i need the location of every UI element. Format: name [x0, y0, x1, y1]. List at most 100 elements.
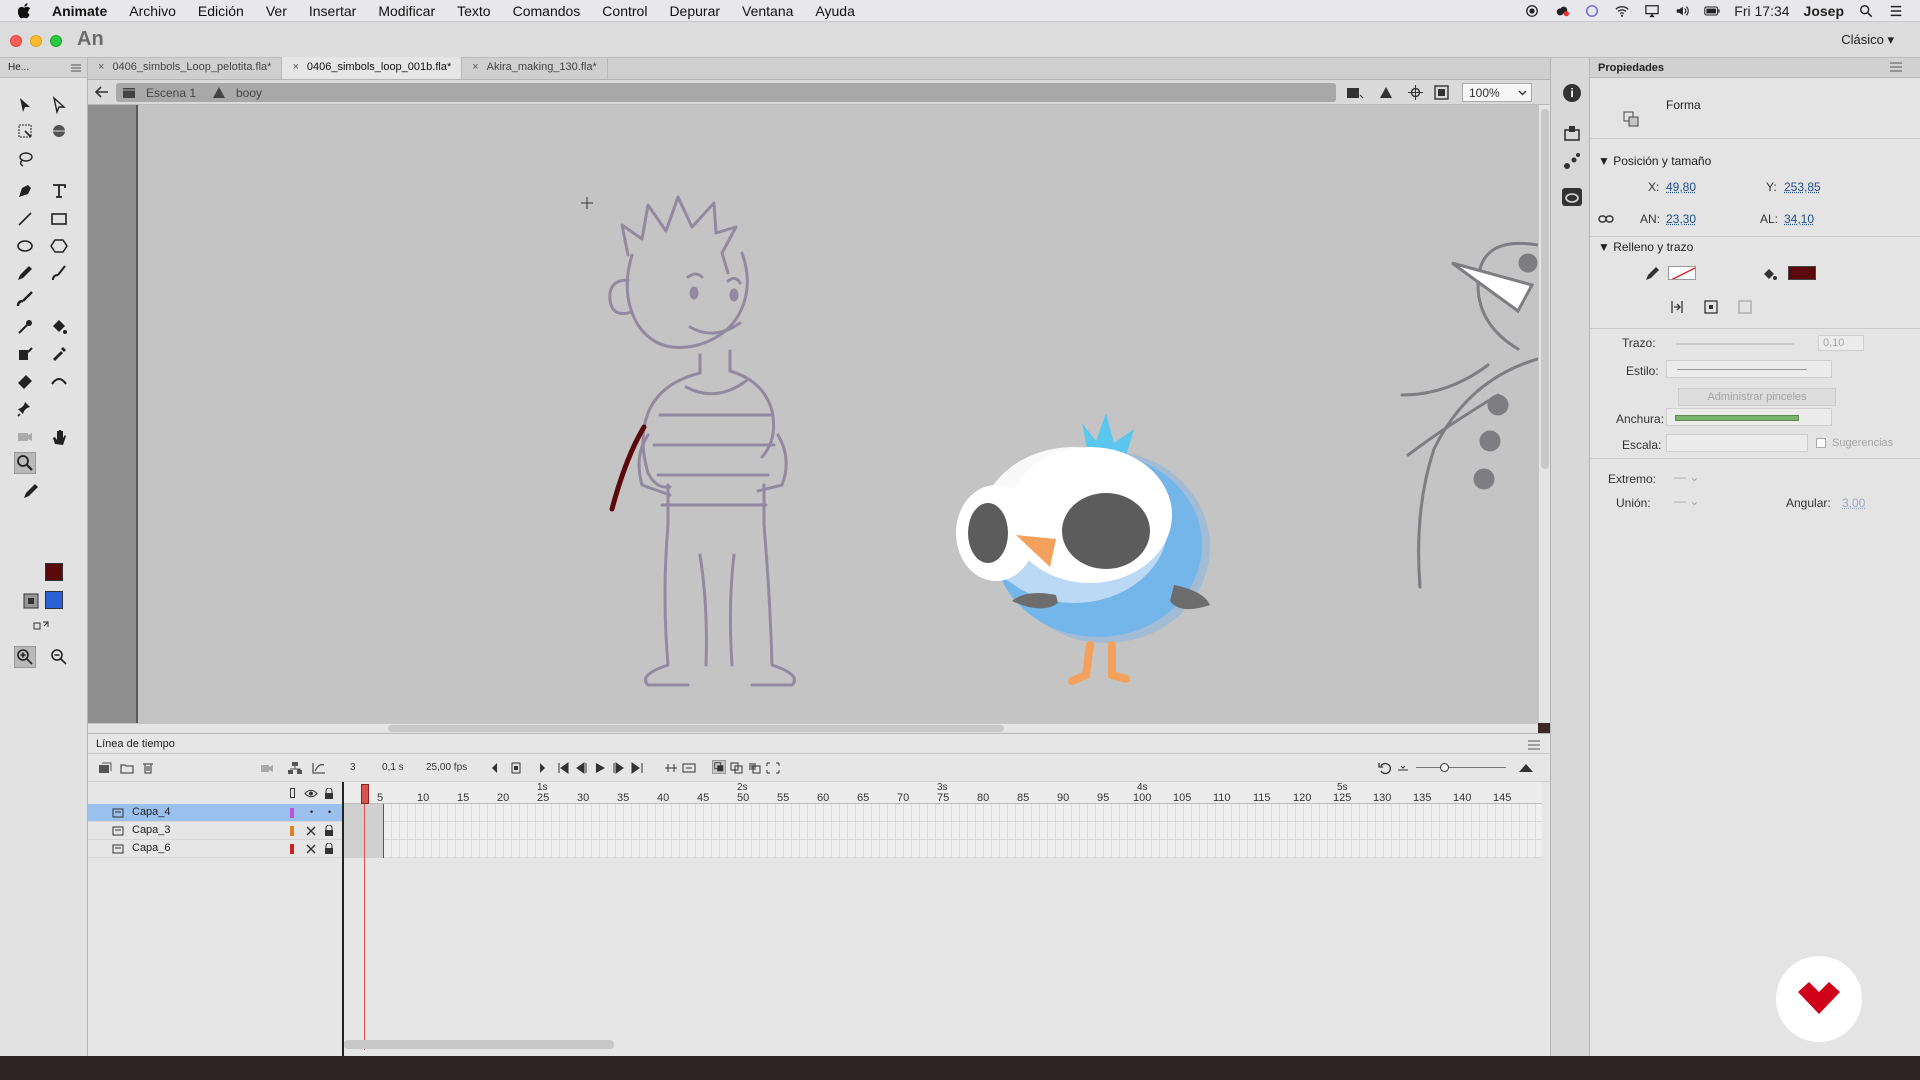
- x-value[interactable]: 49,80: [1666, 180, 1696, 194]
- playhead[interactable]: [361, 782, 369, 1052]
- menu-app[interactable]: Animate: [52, 3, 107, 19]
- lock-icon[interactable]: [324, 825, 334, 836]
- close-tab-icon[interactable]: ×: [472, 61, 478, 79]
- outside-stroke-icon[interactable]: [1704, 300, 1718, 314]
- menubar-clock[interactable]: Fri 17:34: [1734, 3, 1789, 19]
- frame-zoom-thumb[interactable]: [1440, 763, 1449, 772]
- scroll-thumb[interactable]: [1541, 109, 1549, 469]
- stroke-color-none-swatch[interactable]: [1668, 266, 1696, 280]
- layer-visible-dot[interactable]: •: [310, 807, 313, 817]
- layer-lock-dot[interactable]: •: [328, 807, 331, 817]
- menu-depurar[interactable]: Depurar: [669, 3, 720, 19]
- zoom-out-icon[interactable]: [48, 646, 70, 668]
- pen-tool-icon[interactable]: [14, 180, 36, 202]
- frame-zoom-slider[interactable]: [1416, 767, 1506, 768]
- minimize-window-button[interactable]: [30, 35, 42, 47]
- volume-icon[interactable]: [1674, 4, 1690, 18]
- menu-insertar[interactable]: Insertar: [309, 3, 356, 19]
- hidden-x-icon[interactable]: [306, 844, 316, 854]
- timeline-hscroll-thumb[interactable]: [344, 1040, 614, 1049]
- eye-icon[interactable]: [304, 789, 318, 798]
- position-size-section[interactable]: ▼ Posición y tamaño: [1598, 154, 1711, 168]
- paint-brush-tool-icon[interactable]: [48, 262, 70, 284]
- clip-content-icon[interactable]: [1434, 85, 1449, 100]
- center-frame-icon[interactable]: [682, 762, 696, 774]
- 3d-rotation-tool-icon[interactable]: [48, 120, 70, 142]
- back-arrow-icon[interactable]: [95, 86, 109, 98]
- stroke-value-field[interactable]: 0,10: [1818, 335, 1864, 351]
- fps-value[interactable]: 25,00 fps: [426, 762, 467, 773]
- scroll-thumb[interactable]: [388, 725, 1004, 732]
- stroke-color-swatch[interactable]: [45, 563, 63, 581]
- battery-icon[interactable]: [1704, 4, 1720, 18]
- manage-brushes-button[interactable]: Administrar pinceles: [1678, 388, 1836, 406]
- properties-tab[interactable]: Propiedades: [1590, 58, 1920, 78]
- motion-presets-icon[interactable]: [1563, 152, 1581, 170]
- rectangle-tool-icon[interactable]: [48, 208, 70, 230]
- line-tool-icon[interactable]: [14, 208, 36, 230]
- panel-menu-icon[interactable]: [71, 64, 81, 72]
- y-value[interactable]: 253,85: [1784, 180, 1821, 194]
- layer-name[interactable]: Capa_3: [132, 824, 171, 836]
- close-tab-icon[interactable]: ×: [98, 61, 104, 79]
- notification-center-icon[interactable]: [1888, 4, 1904, 18]
- width-value[interactable]: 23,30: [1666, 212, 1696, 226]
- miter-value[interactable]: 3,00: [1842, 496, 1865, 510]
- creative-cloud-icon[interactable]: [1554, 4, 1570, 18]
- current-time-value[interactable]: 0,1 s: [382, 762, 404, 773]
- breadcrumb-scene[interactable]: Escena 1: [146, 86, 196, 100]
- center-stage-icon[interactable]: [1408, 85, 1423, 100]
- text-tool-icon[interactable]: [48, 180, 70, 202]
- frame-row[interactable]: [344, 822, 1542, 840]
- keyframe-nav-icons[interactable]: [490, 762, 546, 774]
- wifi-icon[interactable]: [1614, 4, 1630, 18]
- playhead-handle[interactable]: [361, 784, 369, 804]
- camera-tool-icon[interactable]: [14, 426, 36, 448]
- align-stroke-icon[interactable]: [1670, 300, 1684, 314]
- hidden-x-icon[interactable]: [306, 826, 316, 836]
- close-window-button[interactable]: [10, 35, 22, 47]
- swap-colors-icon[interactable]: [30, 615, 52, 637]
- layer-color[interactable]: [290, 844, 294, 854]
- polystar-tool-icon[interactable]: [48, 235, 70, 257]
- fill-color-swatch[interactable]: [1788, 266, 1816, 280]
- loop-icon[interactable]: [664, 762, 678, 774]
- edit-symbols-icon[interactable]: [1378, 85, 1396, 100]
- join-dropdown[interactable]: — ⌄: [1674, 494, 1699, 508]
- bone-tool-icon[interactable]: [14, 316, 36, 338]
- paint-bucket-tool-icon[interactable]: [48, 316, 70, 338]
- record-icon[interactable]: [1524, 4, 1540, 18]
- layer-color[interactable]: [290, 808, 294, 818]
- layer-name[interactable]: Capa_6: [132, 842, 171, 854]
- zoom-tool-icon[interactable]: [14, 452, 36, 474]
- layer-row[interactable]: Capa_6: [88, 840, 343, 858]
- delete-layer-icon[interactable]: [142, 762, 154, 774]
- layer-name[interactable]: Capa_4: [132, 806, 171, 818]
- link-icon[interactable]: [1598, 214, 1614, 224]
- close-tab-icon[interactable]: ×: [292, 61, 298, 79]
- menubar-user[interactable]: Josep: [1804, 3, 1844, 19]
- panel-menu-icon[interactable]: [1890, 62, 1902, 72]
- camera-toggle-icon[interactable]: [260, 762, 274, 774]
- modify-markers-icon[interactable]: [766, 762, 780, 774]
- graph-editor-icon[interactable]: [312, 762, 326, 774]
- style-dropdown[interactable]: [1666, 360, 1832, 378]
- stage-horizontal-scrollbar[interactable]: [88, 723, 1538, 733]
- selection-tool-icon[interactable]: [14, 94, 36, 116]
- zoom-in-icon[interactable]: [14, 646, 36, 668]
- frame-ruler[interactable]: 1s 2s 3s 4s 5s 5 10 15 20 25 30 35 40 45…: [344, 782, 1542, 804]
- ink-bottle-tool-icon[interactable]: [14, 342, 36, 364]
- oval-tool-icon[interactable]: [14, 235, 36, 257]
- layer-row[interactable]: Capa_4 • •: [88, 804, 343, 822]
- eyedropper-tool-icon[interactable]: [48, 342, 70, 364]
- menu-ver[interactable]: Ver: [266, 3, 287, 19]
- tab-loop-001b[interactable]: × 0406_simbols_loop_001b.fla*: [282, 57, 463, 79]
- breadcrumb-symbol[interactable]: booy: [236, 86, 262, 100]
- layer-color[interactable]: [290, 826, 294, 836]
- scale-dropdown[interactable]: [1666, 434, 1808, 452]
- cc-libraries-icon[interactable]: [1562, 188, 1582, 206]
- lock-icon[interactable]: [324, 788, 334, 799]
- new-layer-icon[interactable]: [98, 762, 112, 774]
- stage[interactable]: [88, 105, 1538, 723]
- edit-multiple-frames-icon[interactable]: [748, 762, 762, 774]
